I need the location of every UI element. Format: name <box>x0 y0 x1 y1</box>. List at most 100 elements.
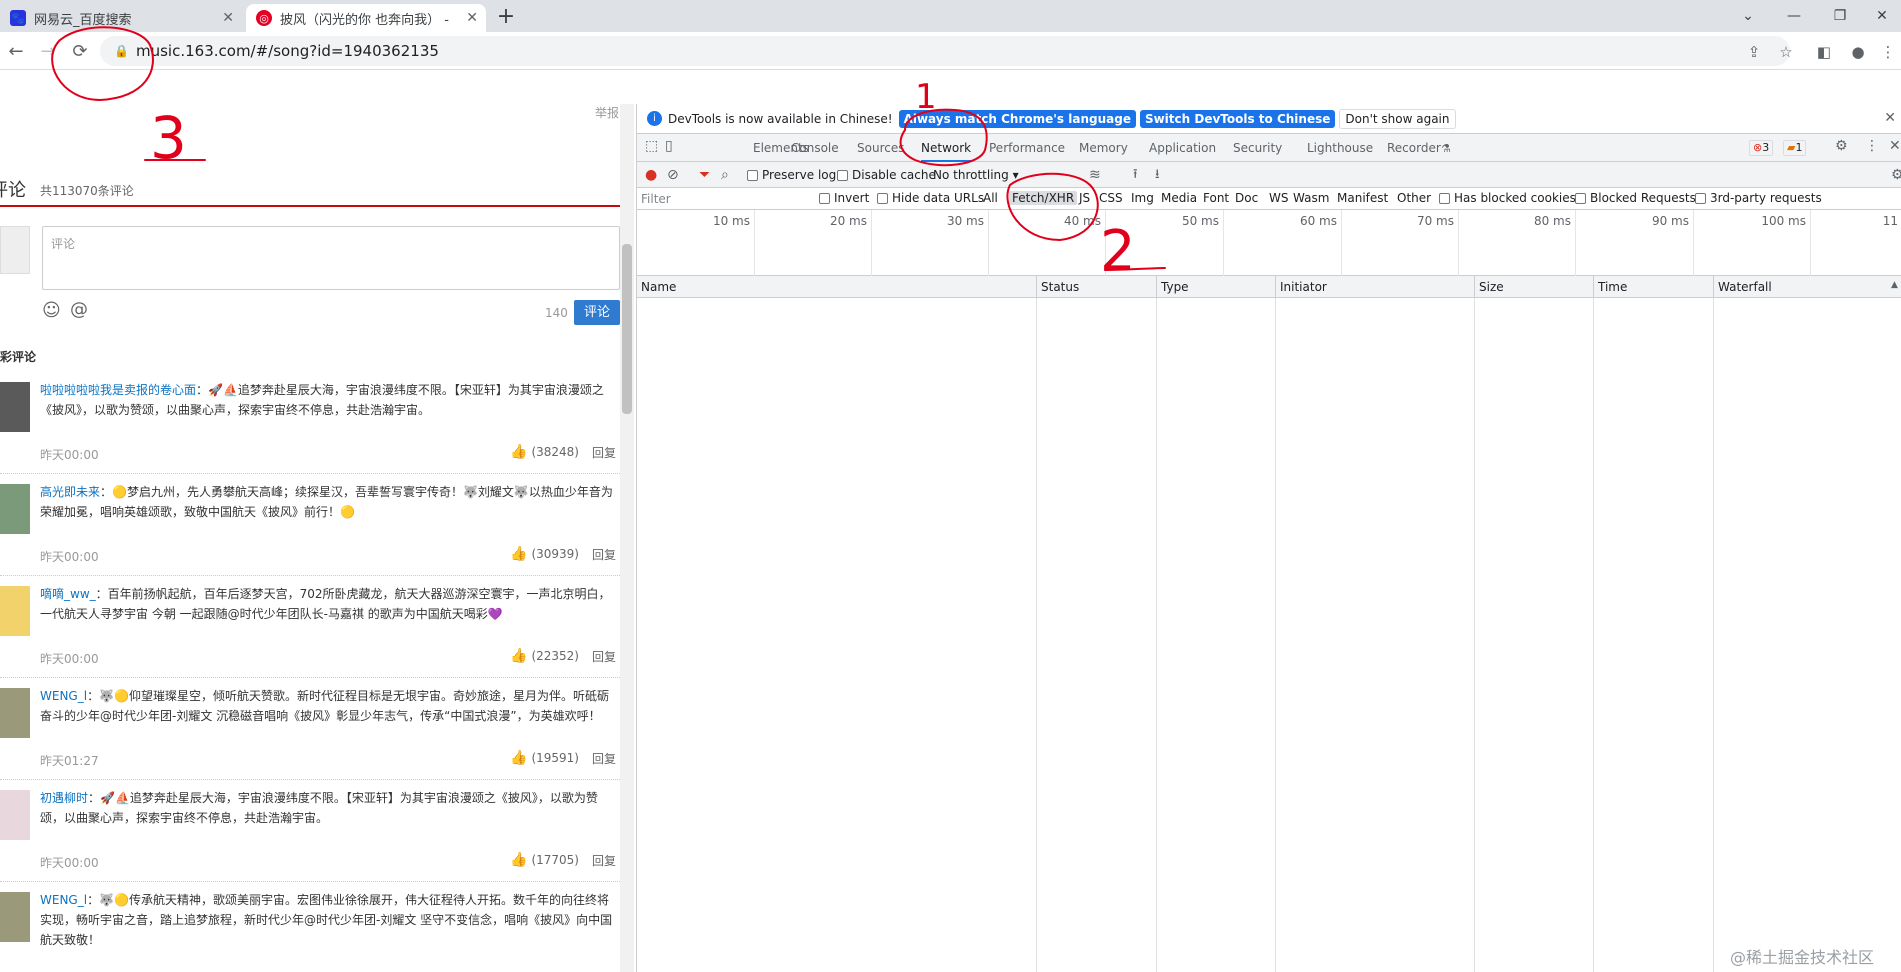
reply-link[interactable]: 回复 <box>592 750 616 767</box>
column-name[interactable]: Name <box>637 276 676 298</box>
profile-avatar-icon[interactable]: ● <box>1846 40 1870 64</box>
column-size[interactable]: Size <box>1474 276 1504 298</box>
like-button[interactable]: 👍 (38248) <box>510 444 579 460</box>
type-font[interactable]: Font <box>1203 191 1229 205</box>
tab-console[interactable]: Console <box>791 134 839 162</box>
export-har-icon[interactable]: ⭳ <box>1155 166 1160 184</box>
filter-input[interactable]: Filter <box>641 190 801 208</box>
reply-link[interactable]: 回复 <box>592 852 616 869</box>
like-button[interactable]: 👍 (19591) <box>510 750 579 766</box>
type-doc[interactable]: Doc <box>1235 191 1258 205</box>
comment-input[interactable]: 评论 <box>42 226 620 290</box>
preserve-log-checkbox[interactable]: Preserve log <box>747 166 836 184</box>
type-all[interactable]: All <box>983 191 998 205</box>
column-waterfall[interactable]: Waterfall <box>1713 276 1772 298</box>
tab-lighthouse[interactable]: Lighthouse <box>1307 134 1373 162</box>
tab-security[interactable]: Security <box>1233 134 1282 162</box>
close-window-button[interactable]: ✕ <box>1860 4 1901 28</box>
hide-data-urls-checkbox[interactable]: Hide data URLs <box>877 191 984 205</box>
menu-kebab-icon[interactable]: ⋮ <box>1876 40 1900 64</box>
error-badge[interactable]: ⊗3 <box>1749 140 1774 156</box>
tab-network[interactable]: Network <box>921 134 972 162</box>
invert-checkbox[interactable]: Invert <box>819 191 869 205</box>
record-icon[interactable]: ● <box>645 166 657 184</box>
new-tab-button[interactable]: + <box>492 4 520 32</box>
comment-user-link[interactable]: 嘀嘀_ww_ <box>40 587 96 601</box>
blocked-cookies-checkbox[interactable]: Has blocked cookies <box>1439 191 1576 205</box>
dont-show-again-button[interactable]: Don't show again <box>1339 108 1456 129</box>
bookmark-star-icon[interactable]: ☆ <box>1774 40 1798 64</box>
back-button[interactable]: ← <box>2 38 30 66</box>
match-language-button[interactable]: Always match Chrome's language <box>898 109 1136 128</box>
type-wasm[interactable]: Wasm <box>1293 191 1329 205</box>
submit-comment-button[interactable]: 评论 <box>574 300 620 325</box>
minimize-button[interactable]: — <box>1772 4 1816 28</box>
type-other[interactable]: Other <box>1397 191 1431 205</box>
tab-application[interactable]: Application <box>1149 134 1216 162</box>
close-icon[interactable]: ✕ <box>1884 110 1896 126</box>
type-fetch-xhr[interactable]: Fetch/XHR <box>1009 191 1078 205</box>
avatar[interactable] <box>0 484 30 534</box>
comment-user-link[interactable]: 初遇柳时 <box>40 791 88 805</box>
avatar[interactable] <box>0 892 30 942</box>
close-icon[interactable]: ✕ <box>466 10 478 26</box>
avatar[interactable] <box>0 586 30 636</box>
warning-badge[interactable]: ▰1 <box>1783 140 1807 156</box>
comment-user-link[interactable]: WENG_l <box>40 893 87 907</box>
column-type[interactable]: Type <box>1156 276 1189 298</box>
comment-user-link[interactable]: 啦啦啦啦啦我是卖报的卷心面 <box>40 383 196 397</box>
import-har-icon[interactable]: ⭱ <box>1133 166 1138 184</box>
like-button[interactable]: 👍 (22352) <box>510 648 579 664</box>
more-options-icon[interactable]: ⋮ <box>1865 138 1879 154</box>
type-js[interactable]: JS <box>1079 191 1090 205</box>
reply-link[interactable]: 回复 <box>592 444 616 461</box>
share-icon[interactable]: ⇪ <box>1742 40 1766 64</box>
reload-button[interactable]: ⟳ <box>66 38 94 66</box>
restore-button[interactable]: ❐ <box>1818 4 1862 28</box>
blocked-requests-checkbox[interactable]: Blocked Requests <box>1575 191 1696 205</box>
filter-funnel-icon[interactable]: ⏷ <box>699 166 710 184</box>
mention-icon[interactable]: @ <box>70 299 88 320</box>
device-toolbar-icon[interactable]: ▯ <box>665 138 673 154</box>
type-ws[interactable]: WS <box>1269 191 1288 205</box>
emoji-icon[interactable]: ☺ <box>42 300 61 321</box>
side-panel-icon[interactable]: ◧ <box>1812 40 1836 64</box>
clear-icon[interactable]: ⊘ <box>667 166 679 184</box>
wifi-icon[interactable]: ≋ <box>1089 166 1101 184</box>
like-button[interactable]: 👍 (30939) <box>510 546 579 562</box>
address-bar[interactable]: 🔒 music.163.com/#/song?id=1940362135 <box>100 36 1790 66</box>
tab-recorder[interactable]: Recorder <box>1387 134 1441 162</box>
avatar[interactable] <box>0 382 30 432</box>
tab-performance[interactable]: Performance <box>989 134 1065 162</box>
close-icon[interactable]: ✕ <box>1889 138 1901 154</box>
scrollbar-thumb[interactable] <box>622 244 632 414</box>
inspect-element-icon[interactable]: ⬚ <box>645 138 658 154</box>
reply-link[interactable]: 回复 <box>592 546 616 563</box>
forward-button[interactable]: → <box>34 38 62 66</box>
tab-memory[interactable]: Memory <box>1079 134 1128 162</box>
tab-baidu[interactable]: 🐾 网易云_百度搜索 ✕ <box>0 4 242 32</box>
tab-sources[interactable]: Sources <box>857 134 904 162</box>
avatar[interactable] <box>0 688 30 738</box>
like-button[interactable]: 👍 (17705) <box>510 852 579 868</box>
column-status[interactable]: Status <box>1036 276 1079 298</box>
gear-icon[interactable]: ⚙ <box>1835 138 1848 154</box>
type-manifest[interactable]: Manifest <box>1337 191 1388 205</box>
reply-link[interactable]: 回复 <box>592 648 616 665</box>
type-media[interactable]: Media <box>1161 191 1197 205</box>
switch-chinese-button[interactable]: Switch DevTools to Chinese <box>1139 109 1336 128</box>
tab-netease[interactable]: ◎ 披风（闪光的你 也奔向我） - 时 ✕ <box>246 4 486 32</box>
column-time[interactable]: Time <box>1593 276 1627 298</box>
third-party-checkbox[interactable]: 3rd-party requests <box>1695 191 1822 205</box>
search-icon[interactable]: ⌕ <box>721 166 729 184</box>
report-link[interactable]: 举报 <box>595 104 619 121</box>
close-icon[interactable]: ✕ <box>222 10 234 26</box>
page-scrollbar[interactable] <box>620 104 634 972</box>
type-img[interactable]: Img <box>1131 191 1154 205</box>
throttling-select[interactable]: No throttling ▾ <box>933 166 1019 184</box>
avatar[interactable] <box>0 790 30 840</box>
disable-cache-checkbox[interactable]: Disable cache <box>837 166 936 184</box>
comment-user-link[interactable]: WENG_l <box>40 689 87 703</box>
comment-user-link[interactable]: 高光即未来 <box>40 485 100 499</box>
gear-icon[interactable]: ⚙ <box>1891 166 1901 184</box>
